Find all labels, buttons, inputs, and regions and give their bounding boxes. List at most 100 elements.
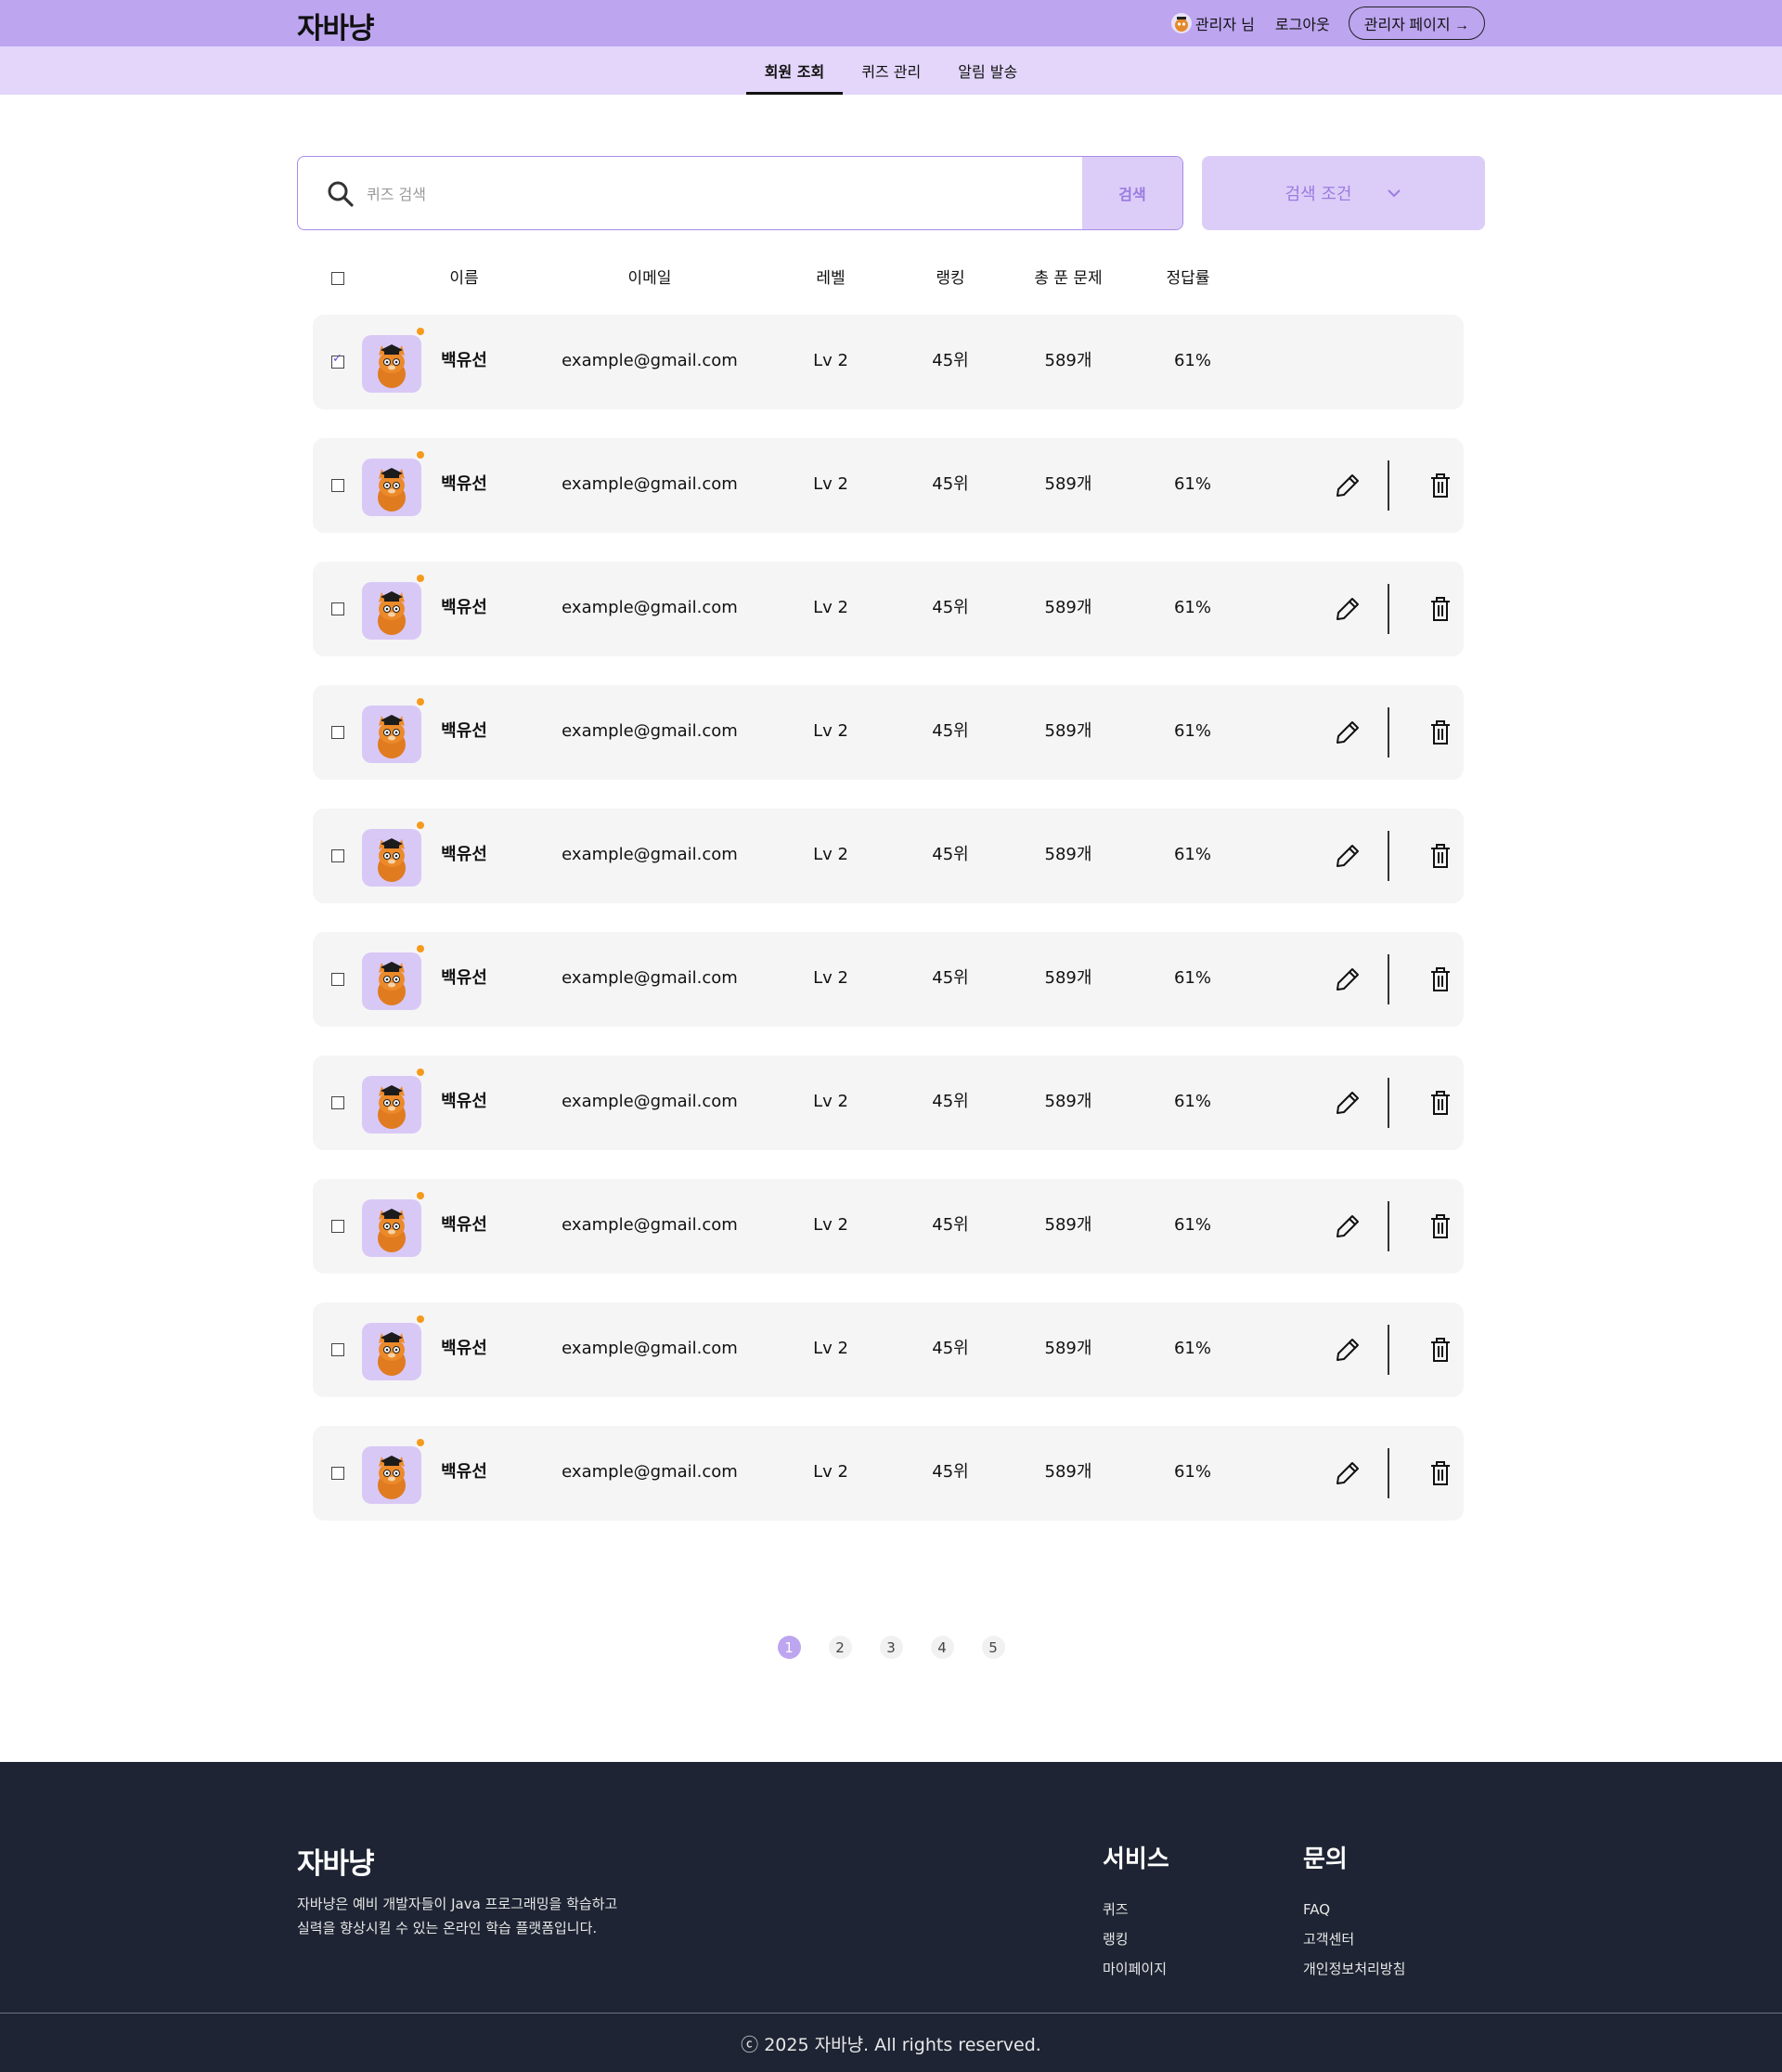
page-button[interactable]: 1 <box>777 1636 801 1659</box>
edit-icon[interactable] <box>1334 965 1362 993</box>
action-divider <box>1388 460 1389 511</box>
row-checkbox[interactable] <box>331 1220 344 1233</box>
page-button[interactable]: 5 <box>981 1636 1005 1659</box>
footer: 자바냥 자바냥은 예비 개발자들이 Java 프로그래밍을 학습하고 실력을 향… <box>0 1762 1782 2072</box>
trash-icon[interactable] <box>1427 1336 1454 1364</box>
page-button[interactable]: 4 <box>930 1636 954 1659</box>
edit-icon[interactable] <box>1334 719 1362 746</box>
chevron-down-icon <box>1388 189 1401 198</box>
search-input[interactable] <box>367 174 1053 214</box>
page-button[interactable]: 3 <box>879 1636 903 1659</box>
cell-email: example@gmail.com <box>562 351 738 370</box>
trash-icon[interactable] <box>1427 965 1454 993</box>
cell-rank: 45위 <box>932 1339 969 1358</box>
table-row[interactable]: 백유선 example@gmail.com Lv 2 45위 589개 61% <box>313 932 1464 1027</box>
cat-avatar-icon <box>378 468 406 512</box>
tab-notify[interactable]: 알림 발송 <box>939 46 1036 95</box>
site-logo[interactable]: 자바냥 <box>297 5 375 46</box>
row-checkbox[interactable] <box>331 973 344 986</box>
logout-link[interactable]: 로그아웃 <box>1275 12 1330 34</box>
trash-icon[interactable] <box>1427 595 1454 623</box>
row-checkbox[interactable] <box>331 1343 344 1356</box>
tab-quiz-manage[interactable]: 퀴즈 관리 <box>843 46 939 95</box>
row-checkbox[interactable] <box>331 479 344 492</box>
footer-link-quiz[interactable]: 퀴즈 <box>1103 1895 1169 1924</box>
search-button[interactable]: 검색 <box>1082 157 1182 229</box>
status-dot <box>417 1068 424 1076</box>
edit-icon[interactable] <box>1334 1089 1362 1117</box>
sub-navigation: 회원 조회 퀴즈 관리 알림 발송 <box>0 46 1782 95</box>
table-row[interactable]: 백유선 example@gmail.com Lv 2 45위 589개 61% <box>313 1426 1464 1521</box>
cat-avatar-icon <box>378 591 406 635</box>
cat-avatar-icon <box>378 344 406 388</box>
action-divider <box>1388 1325 1389 1375</box>
cell-level: Lv 2 <box>813 598 848 617</box>
cell-email: example@gmail.com <box>562 968 738 988</box>
edit-icon[interactable] <box>1334 1459 1362 1487</box>
edit-icon[interactable] <box>1334 472 1362 499</box>
table-row[interactable]: 백유선 example@gmail.com Lv 2 45위 589개 61% <box>313 315 1464 409</box>
trash-icon[interactable] <box>1427 842 1454 870</box>
cell-name: 백유선 <box>441 598 487 617</box>
edit-icon[interactable] <box>1334 1336 1362 1364</box>
cell-email: example@gmail.com <box>562 1215 738 1235</box>
tab-members[interactable]: 회원 조회 <box>745 46 844 95</box>
footer-link-support[interactable]: 고객센터 <box>1303 1924 1405 1954</box>
row-actions <box>1306 1426 1464 1521</box>
search-filter-dropdown[interactable]: 검색 조건 <box>1202 156 1485 230</box>
column-header-email: 이메일 <box>627 269 672 288</box>
column-header-rate: 정답률 <box>1166 269 1210 288</box>
table-row[interactable]: 백유선 example@gmail.com Lv 2 45위 589개 61% <box>313 1055 1464 1150</box>
cat-avatar-icon <box>378 962 406 1005</box>
table-row[interactable]: 백유선 example@gmail.com Lv 2 45위 589개 61% <box>313 438 1464 533</box>
trash-icon[interactable] <box>1427 719 1454 746</box>
trash-icon[interactable] <box>1427 1212 1454 1240</box>
column-header-level: 레벨 <box>816 269 846 288</box>
trash-icon[interactable] <box>1427 1089 1454 1117</box>
column-header-solved: 총 푼 문제 <box>1034 269 1103 288</box>
cell-name: 백유선 <box>441 968 487 988</box>
admin-page-button[interactable]: 관리자 페이지 → <box>1348 6 1485 40</box>
action-divider <box>1388 584 1389 634</box>
table-row[interactable]: 백유선 example@gmail.com Lv 2 45위 589개 61% <box>313 809 1464 903</box>
status-dot <box>417 451 424 459</box>
avatar <box>362 1068 424 1133</box>
row-checkbox[interactable] <box>331 726 344 739</box>
table-row[interactable]: 백유선 example@gmail.com Lv 2 45위 589개 61% <box>313 562 1464 656</box>
edit-icon[interactable] <box>1334 842 1362 870</box>
trash-icon[interactable] <box>1427 1459 1454 1487</box>
row-checkbox[interactable] <box>331 352 344 369</box>
footer-divider <box>0 2013 1782 2014</box>
page-button[interactable]: 2 <box>828 1636 852 1659</box>
footer-link-privacy[interactable]: 개인정보처리방침 <box>1303 1954 1405 1984</box>
search-bar: 검색 <box>297 156 1183 230</box>
row-checkbox[interactable] <box>331 1096 344 1109</box>
status-dot <box>417 1315 424 1323</box>
row-checkbox[interactable] <box>331 602 344 615</box>
cell-rate: 61% <box>1173 845 1211 864</box>
cell-email: example@gmail.com <box>562 474 738 494</box>
status-dot <box>417 575 424 582</box>
cell-level: Lv 2 <box>813 351 848 370</box>
cell-level: Lv 2 <box>813 721 848 741</box>
row-checkbox[interactable] <box>331 849 344 862</box>
trash-icon[interactable] <box>1427 472 1454 499</box>
select-all-checkbox[interactable] <box>331 272 344 285</box>
edit-icon[interactable] <box>1334 595 1362 623</box>
cell-name: 백유선 <box>441 1339 487 1358</box>
row-checkbox[interactable] <box>331 1467 344 1480</box>
row-actions <box>1306 1302 1464 1397</box>
footer-link-mypage[interactable]: 마이페이지 <box>1103 1954 1169 1984</box>
footer-description: 자바냥은 예비 개발자들이 Java 프로그래밍을 학습하고 실력을 향상시킬 … <box>297 1892 687 1940</box>
footer-link-faq[interactable]: FAQ <box>1303 1895 1405 1924</box>
action-divider <box>1388 831 1389 881</box>
cell-level: Lv 2 <box>813 968 848 988</box>
table-row[interactable]: 백유선 example@gmail.com Lv 2 45위 589개 61% <box>313 1179 1464 1274</box>
cell-level: Lv 2 <box>813 845 848 864</box>
nav-tabs: 회원 조회 퀴즈 관리 알림 발송 <box>0 46 1782 95</box>
table-row[interactable]: 백유선 example@gmail.com Lv 2 45위 589개 61% <box>313 1302 1464 1397</box>
avatar <box>362 1315 424 1380</box>
edit-icon[interactable] <box>1334 1212 1362 1240</box>
table-row[interactable]: 백유선 example@gmail.com Lv 2 45위 589개 61% <box>313 685 1464 780</box>
footer-link-ranking[interactable]: 랭킹 <box>1103 1924 1169 1954</box>
